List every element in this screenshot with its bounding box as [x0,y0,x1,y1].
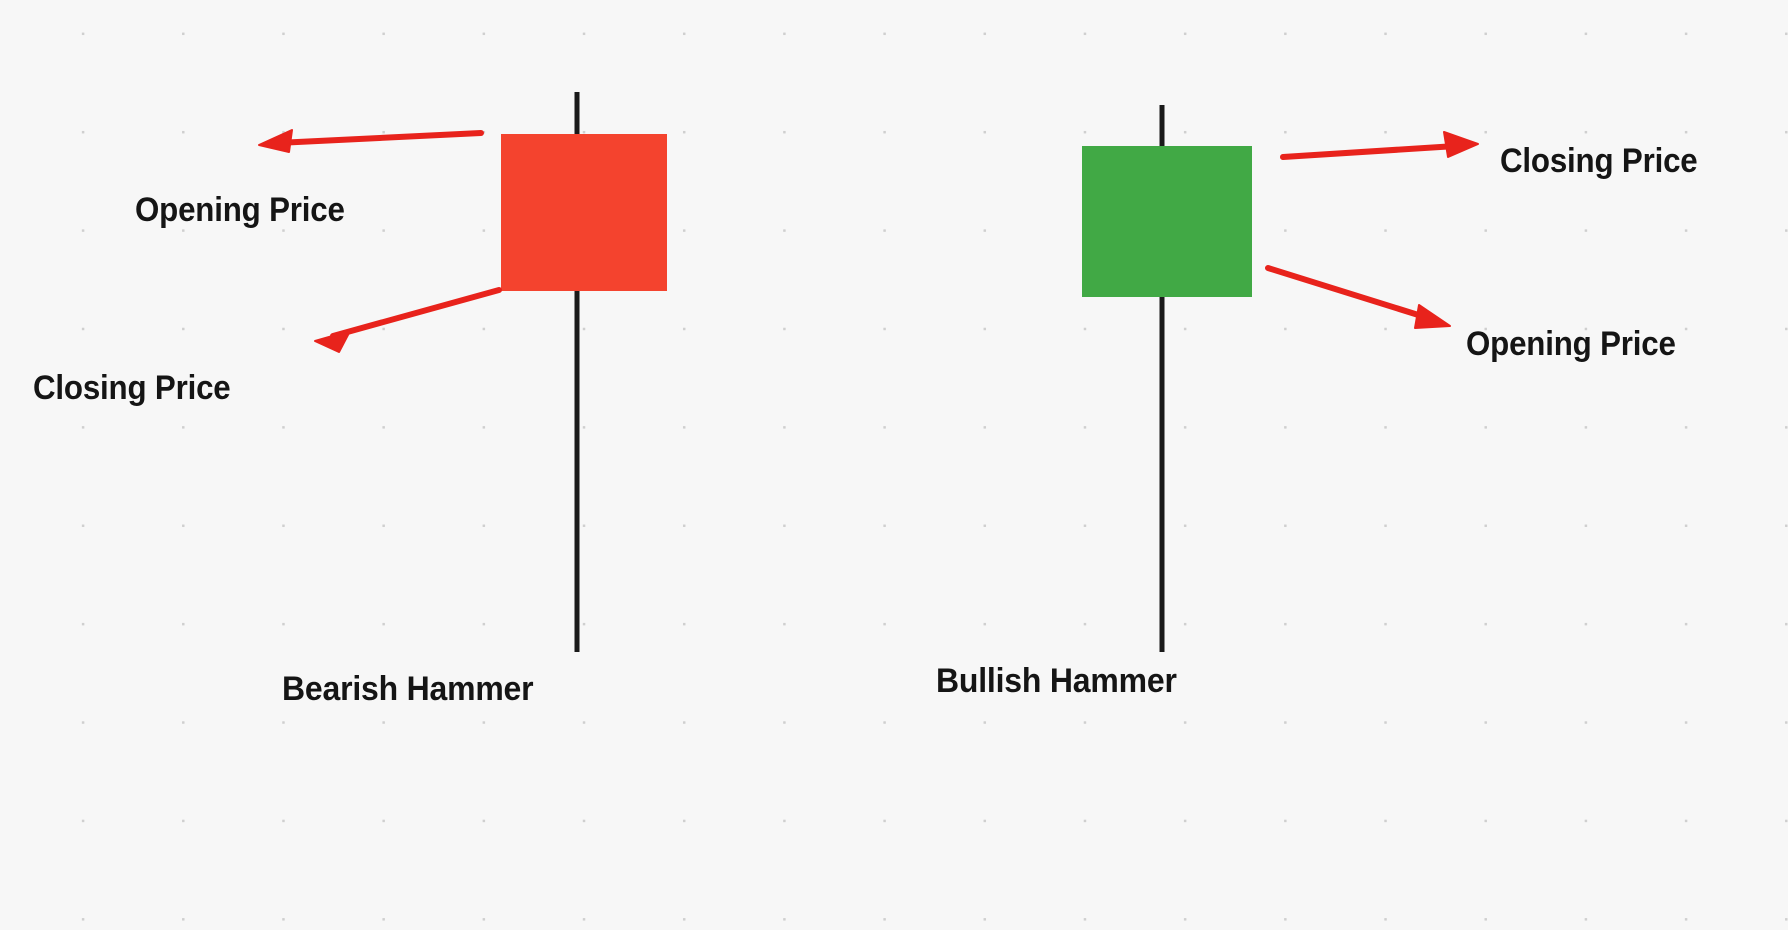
label-bearish-closing-price: Closing Price [33,369,231,407]
diagram-vector-layer [258,92,1479,652]
arrow-bearish-closing-icon [314,287,502,353]
label-bearish-hammer-pattern: Bearish Hammer [282,670,534,708]
label-bullish-hammer-pattern: Bullish Hammer [936,662,1177,700]
candlestick-diagram-canvas: Opening Price Closing Price Closing Pric… [0,0,1788,930]
label-bullish-opening-price: Opening Price [1466,325,1676,363]
arrow-bullish-opening-icon [1265,265,1451,329]
bullish-candle-body [1082,146,1252,297]
bearish-candle-body [501,134,667,291]
bearish-hammer-candle [501,92,667,652]
annotation-arrows [258,129,1479,353]
label-bullish-closing-price: Closing Price [1500,142,1698,180]
arrow-bullish-closing-icon [1280,131,1479,160]
bullish-hammer-candle [1082,105,1252,652]
arrow-bearish-opening-icon [258,129,484,153]
label-bearish-opening-price: Opening Price [135,191,345,229]
